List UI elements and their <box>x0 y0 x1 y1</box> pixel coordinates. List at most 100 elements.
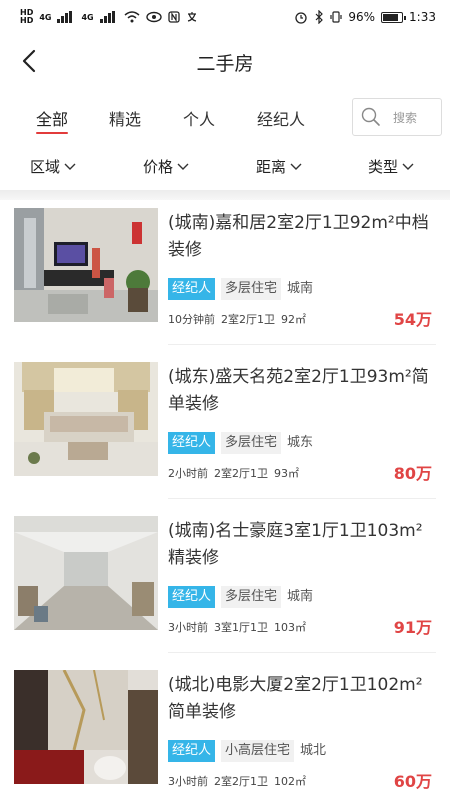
chevron-down-icon <box>64 163 76 170</box>
row-divider <box>168 652 436 653</box>
living-room-photo <box>14 208 158 322</box>
listing-tags: 经纪人 多层住宅 城东 <box>168 432 313 454</box>
tab-featured[interactable]: 精选 <box>109 106 141 130</box>
listing-area: 102㎡ <box>274 775 306 788</box>
status-bar: HD HD 4G 4G 96% 1:33 <box>0 0 450 34</box>
listing-area: 93㎡ <box>274 467 299 480</box>
tab-agent-label: 经纪人 <box>257 110 306 129</box>
bluetooth-icon <box>315 10 324 24</box>
filter-region[interactable]: 区域 <box>30 156 76 177</box>
chevron-down-icon <box>177 163 189 170</box>
tag-building-type: 小高层住宅 <box>221 740 295 762</box>
listing-layout: 2室2厅1卫 <box>214 775 268 788</box>
active-tab-indicator <box>36 132 69 134</box>
filter-price[interactable]: 价格 <box>143 156 189 177</box>
row-divider <box>168 498 436 499</box>
listing-price: 80万 <box>393 464 432 483</box>
tag-district: 城南 <box>287 281 314 296</box>
wifi-icon <box>124 11 140 23</box>
section-divider <box>0 190 450 200</box>
tag-agent: 经纪人 <box>168 586 216 608</box>
listing-title: (城北)电影大厦2室2厅1卫102m²简单装修 <box>168 675 423 722</box>
room-photo <box>14 516 158 630</box>
living-room-photo <box>14 362 158 476</box>
tag-agent: 经纪人 <box>168 278 216 300</box>
listing-photo <box>14 516 158 630</box>
listing-tags: 经纪人 多层住宅 城南 <box>168 586 313 608</box>
back-button[interactable] <box>14 46 44 76</box>
row-divider <box>168 344 436 345</box>
listing-price: 91万 <box>393 618 432 637</box>
tab-personal-label: 个人 <box>183 110 216 129</box>
page-title: 二手房 <box>196 52 254 75</box>
clock: 1:33 <box>409 10 436 24</box>
listing-item[interactable]: (城东)盛天名苑2室2厅1卫93m²简单装修 经纪人 多层住宅 城东 2小时前 … <box>0 354 450 508</box>
tag-district: 城东 <box>287 435 314 450</box>
listing-meta: 3小时前 3室1厅1卫 103㎡ <box>168 619 306 635</box>
listing-price: 54万 <box>393 310 432 329</box>
listing-item[interactable]: (城南)名士豪庭3室1厅1卫103m²精装修 经纪人 多层住宅 城南 3小时前 … <box>0 508 450 662</box>
listing-time: 10分钟前 <box>168 313 215 326</box>
listing-item[interactable]: (城南)嘉和居2室2厅1卫92m²中档装修 经纪人 多层住宅 城南 10分钟前 … <box>0 200 450 354</box>
eye-icon <box>145 11 162 23</box>
tag-building-type: 多层住宅 <box>221 586 282 608</box>
filter-region-label: 区域 <box>30 158 61 176</box>
listing-title: (城南)名士豪庭3室1厅1卫103m²精装修 <box>168 521 423 568</box>
chevron-left-icon <box>22 49 36 73</box>
tag-building-type: 多层住宅 <box>221 432 282 454</box>
search-placeholder: 搜索 <box>393 110 418 125</box>
network-4g-label-2: 4G <box>81 12 94 22</box>
listing-time: 3小时前 <box>168 621 208 634</box>
chevron-down-icon <box>402 163 414 170</box>
listing-time: 3小时前 <box>168 775 208 788</box>
listing-meta: 3小时前 2室2厅1卫 102㎡ <box>168 773 306 789</box>
listing-photo <box>14 362 158 476</box>
listing-layout: 2室2厅1卫 <box>221 313 275 326</box>
signal-icon-2 <box>99 11 118 23</box>
battery-percent: 96% <box>348 10 376 24</box>
filter-distance-label: 距离 <box>256 158 287 176</box>
listing-price: 60万 <box>393 772 432 791</box>
search-icon <box>361 107 380 126</box>
tab-all-label: 全部 <box>36 110 69 129</box>
listing-layout: 2室2厅1卫 <box>214 467 268 480</box>
filter-price-label: 价格 <box>143 158 174 176</box>
listing-time: 2小时前 <box>168 467 208 480</box>
listing-tags: 经纪人 小高层住宅 城北 <box>168 740 326 762</box>
tag-building-type: 多层住宅 <box>221 278 282 300</box>
listing-meta: 10分钟前 2室2厅1卫 92㎡ <box>168 311 306 327</box>
listing-photo <box>14 208 158 322</box>
listing-meta: 2小时前 2室2厅1卫 93㎡ <box>168 465 299 481</box>
listing-area: 103㎡ <box>274 621 306 634</box>
listing-layout: 3室1厅1卫 <box>214 621 268 634</box>
hd-indicator: HD HD <box>20 9 33 25</box>
listing-title: (城东)盛天名苑2室2厅1卫93m²简单装修 <box>168 367 429 414</box>
app-header: 二手房 <box>0 34 450 90</box>
tag-district: 城北 <box>300 743 327 758</box>
chevron-down-icon <box>290 163 302 170</box>
status-right: 96% 1:33 <box>294 10 436 24</box>
network-4g-label: 4G <box>39 12 52 22</box>
tag-agent: 经纪人 <box>168 740 216 762</box>
listing-area: 92㎡ <box>281 313 306 326</box>
nfc-icon <box>167 11 180 23</box>
battery-icon <box>381 11 407 23</box>
tab-featured-label: 精选 <box>109 110 142 129</box>
tag-agent: 经纪人 <box>168 432 216 454</box>
listing-title: (城南)嘉和居2室2厅1卫92m²中档装修 <box>168 213 429 260</box>
filter-bar: 区域 价格 距离 类型 <box>0 144 450 188</box>
tab-all[interactable]: 全部 <box>36 106 69 134</box>
tab-personal[interactable]: 个人 <box>183 106 215 130</box>
listing-tags: 经纪人 多层住宅 城南 <box>168 278 313 300</box>
listing-item[interactable]: (城北)电影大厦2室2厅1卫102m²简单装修 经纪人 小高层住宅 城北 3小时… <box>0 662 450 800</box>
vibrate-icon <box>330 11 342 23</box>
listing-photo <box>14 670 158 784</box>
status-left: HD HD 4G 4G <box>20 9 198 25</box>
filter-distance[interactable]: 距离 <box>256 156 302 177</box>
filter-type[interactable]: 类型 <box>368 156 414 177</box>
alarm-icon <box>295 12 308 24</box>
tab-agent[interactable]: 经纪人 <box>257 106 305 130</box>
search-box[interactable]: 搜索 <box>352 98 442 136</box>
tag-district: 城南 <box>287 589 314 604</box>
translate-icon <box>187 12 196 22</box>
